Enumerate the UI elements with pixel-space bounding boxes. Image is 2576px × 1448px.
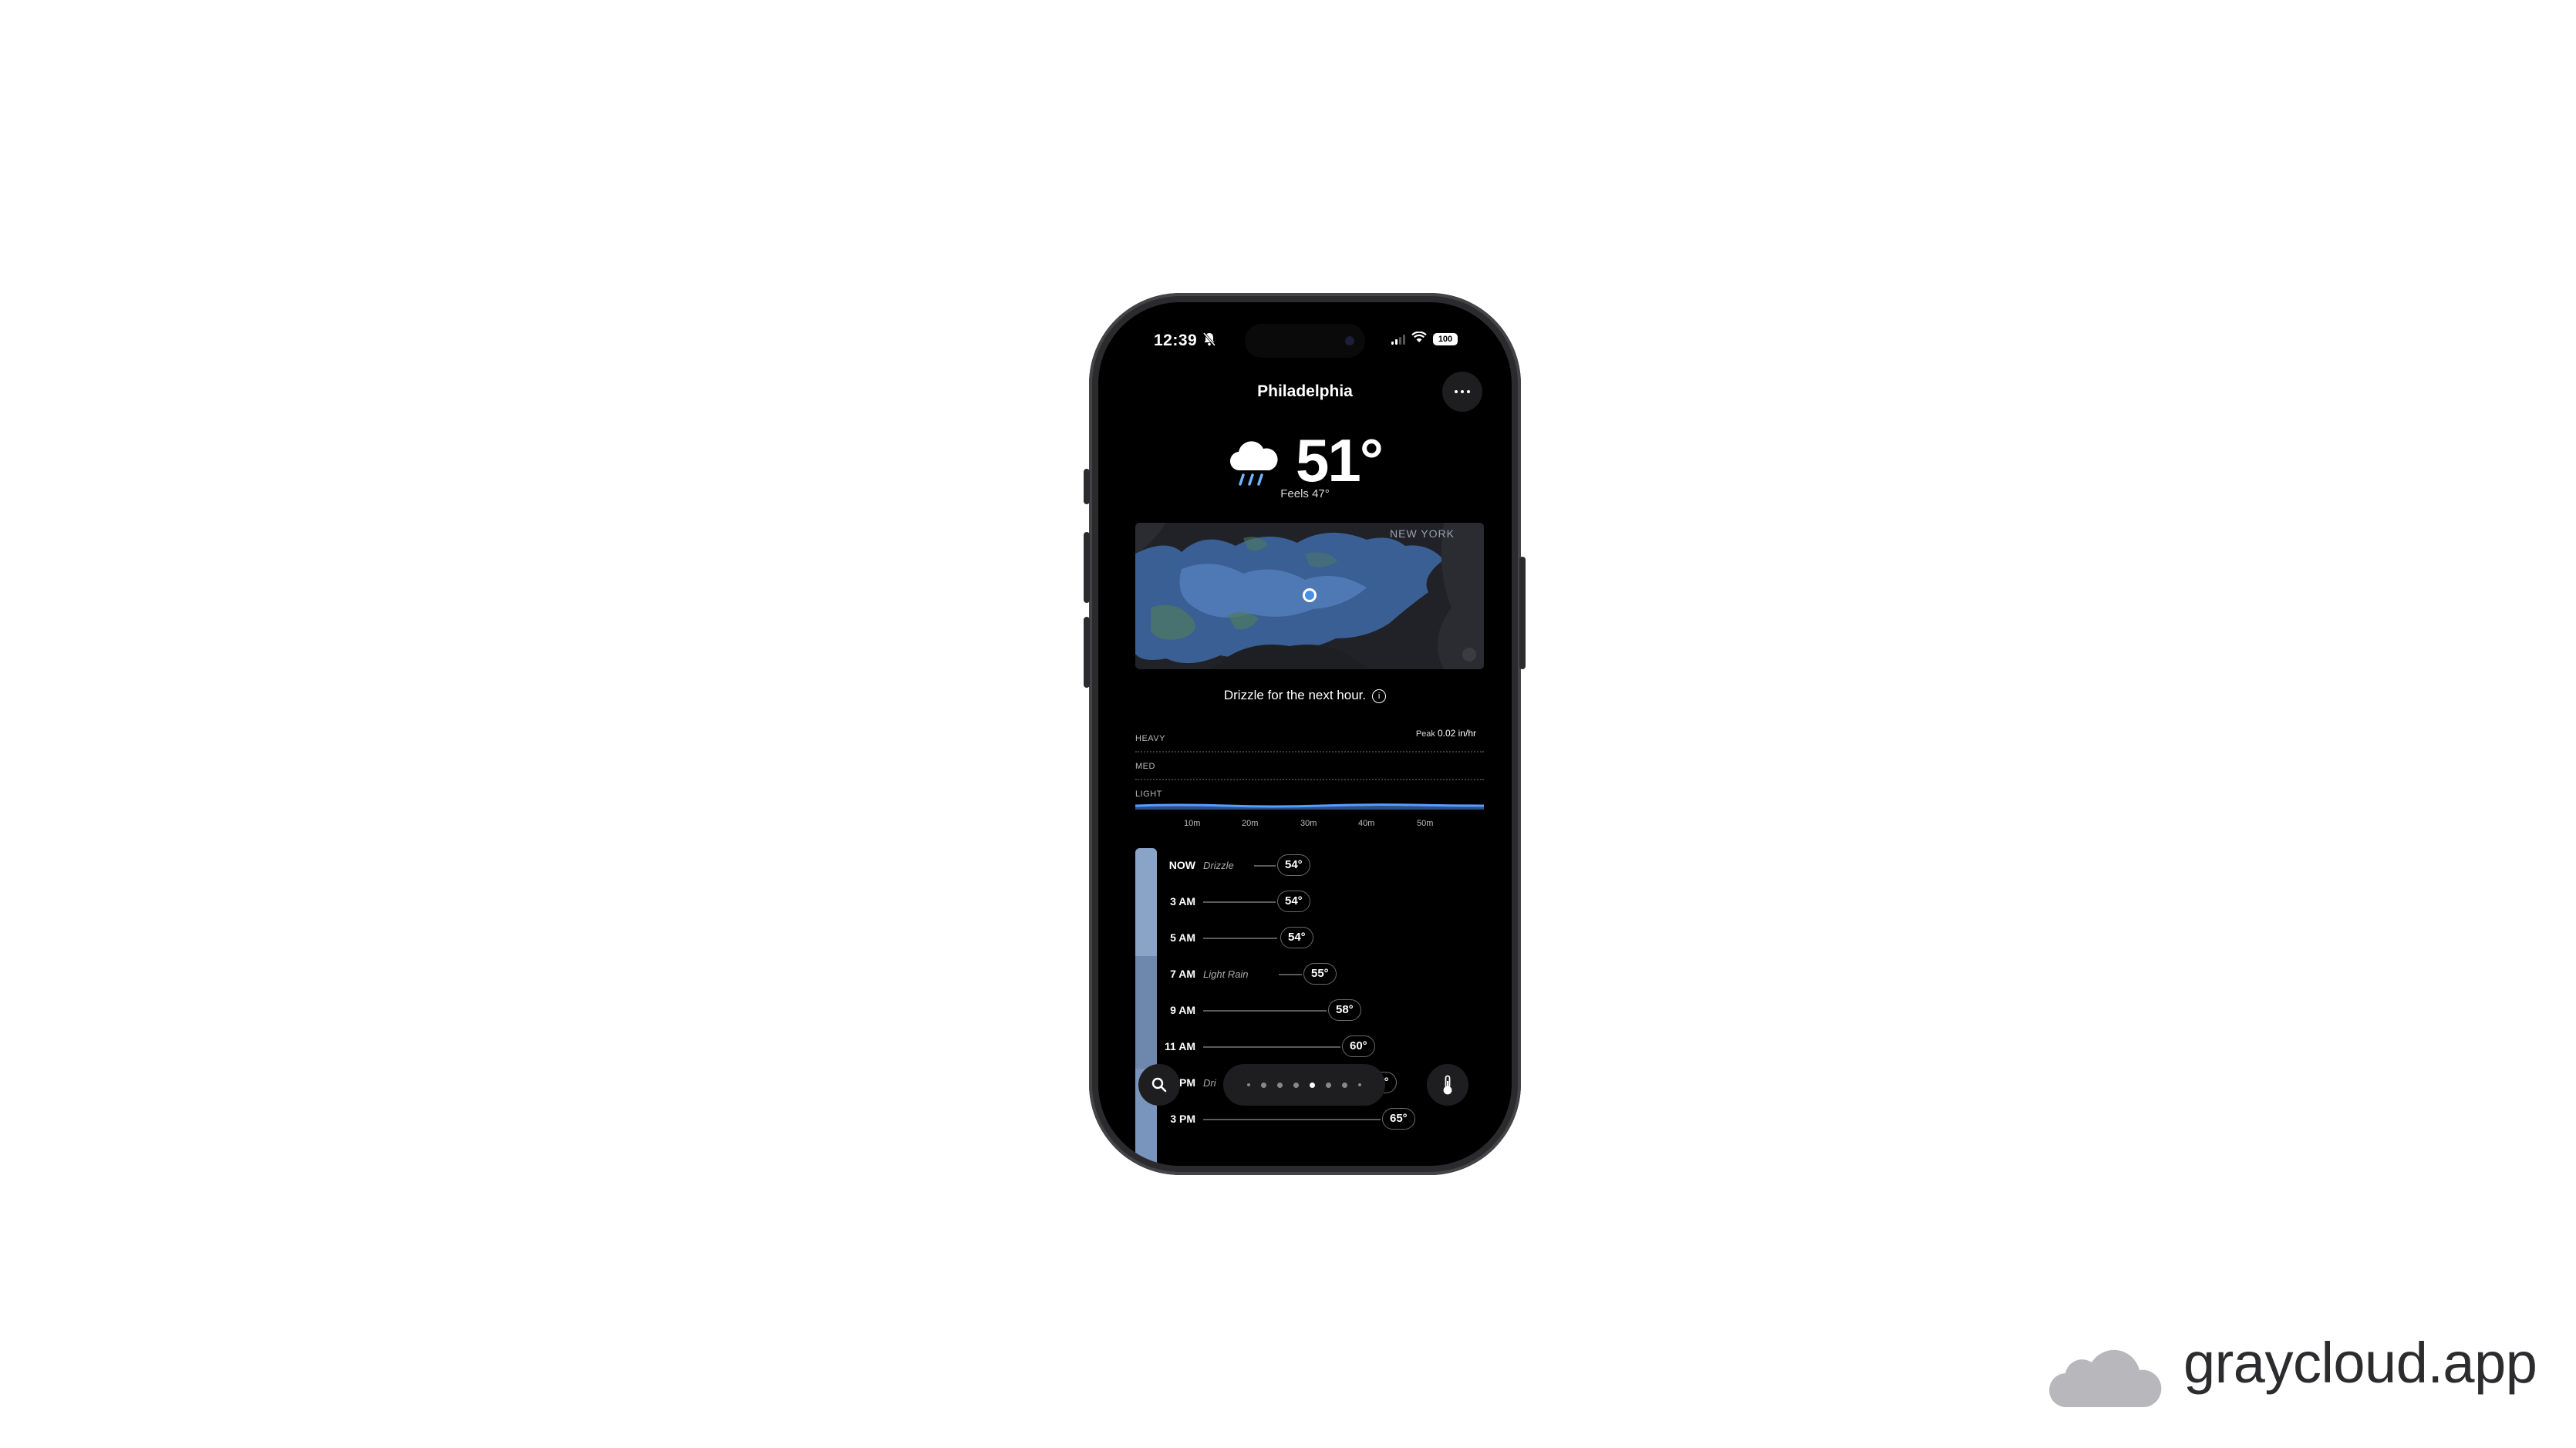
thermometer-icon: [1443, 1075, 1452, 1095]
peak-intensity: Peak 0.02 in/hr: [1416, 728, 1476, 739]
summary-text: Drizzle for the next hour.: [1223, 688, 1367, 702]
brand-name: graycloud.app: [2183, 1331, 2537, 1395]
page-dot[interactable]: [1342, 1082, 1347, 1088]
hour-temperature: 54°: [1277, 891, 1310, 912]
page-dot-active[interactable]: [1310, 1082, 1315, 1088]
hour-time: 11 AM: [1165, 1040, 1195, 1052]
thermometer-button[interactable]: [1427, 1064, 1468, 1106]
hour-time: 9 AM: [1170, 1004, 1195, 1016]
feels-like: Feels 47°: [1280, 487, 1330, 500]
peak-value: 0.02 in/hr: [1437, 728, 1476, 739]
temp-line: [1203, 1119, 1381, 1120]
hour-time: 7 AM: [1170, 968, 1195, 980]
search-button[interactable]: [1138, 1064, 1180, 1106]
power-button: [1519, 557, 1526, 669]
temp-line: [1254, 865, 1276, 867]
hour-row[interactable]: 7 AM Light Rain 55°: [1165, 963, 1489, 986]
precipitation-intensity-line: [1135, 803, 1484, 810]
more-options-button[interactable]: [1442, 372, 1482, 412]
level-heavy: HEAVY: [1135, 734, 1165, 743]
hour-condition: Light Rain: [1203, 968, 1249, 980]
hour-temperature: 54°: [1280, 927, 1313, 948]
front-camera: [1345, 336, 1354, 345]
precipitation-bar: [1135, 848, 1157, 1166]
hour-row[interactable]: 3 AM 54°: [1165, 891, 1489, 914]
heavy-gridline: [1135, 751, 1484, 753]
precip-segment: [1135, 848, 1157, 956]
hour-row[interactable]: 5 AM 54°: [1165, 927, 1489, 950]
status-bar: 12:39 100: [1098, 302, 1512, 358]
page-dot[interactable]: [1261, 1082, 1266, 1088]
hour-time: NOW: [1168, 859, 1195, 871]
map-city-label: NEW YORK: [1390, 527, 1455, 540]
hour-row[interactable]: 11 AM 60°: [1165, 1035, 1489, 1059]
temp-line: [1203, 1046, 1340, 1048]
minute-tick: 40m: [1358, 819, 1375, 828]
minute-tick: 20m: [1242, 819, 1259, 828]
page-dot[interactable]: [1277, 1082, 1283, 1088]
search-icon: [1151, 1077, 1167, 1093]
info-icon[interactable]: i: [1372, 689, 1387, 703]
wifi-icon: [1411, 331, 1427, 347]
temp-line: [1279, 974, 1302, 975]
hour-row[interactable]: 9 AM 58°: [1165, 999, 1489, 1022]
minute-tick: 50m: [1417, 819, 1434, 828]
dot: [1461, 390, 1464, 393]
minute-tick: 10m: [1184, 819, 1201, 828]
status-icons: 100: [1391, 331, 1458, 347]
phone-screen: 12:39 100 Philadelphia 51° Feels 47° NEW…: [1098, 302, 1512, 1166]
battery-icon: 100: [1433, 333, 1458, 345]
page-dot[interactable]: [1293, 1082, 1299, 1088]
status-time: 12:39: [1154, 332, 1198, 349]
hour-temperature: 58°: [1328, 999, 1361, 1021]
page-dot[interactable]: [1358, 1083, 1361, 1086]
level-light: LIGHT: [1135, 790, 1162, 799]
hour-time: 5 AM: [1170, 931, 1195, 944]
temp-line: [1203, 1010, 1327, 1012]
hour-row[interactable]: NOW Drizzle 54°: [1165, 854, 1489, 877]
peak-label: Peak: [1415, 729, 1435, 739]
volume-down-button: [1084, 617, 1090, 688]
hour-condition: Drizzle: [1203, 860, 1234, 871]
temp-line: [1203, 938, 1277, 939]
temp-line: [1203, 901, 1276, 903]
hour-time: 3 PM: [1170, 1113, 1195, 1125]
cloud-logo-icon: [2048, 1349, 2162, 1408]
page-dot[interactable]: [1326, 1082, 1331, 1088]
cellular-signal-icon: [1391, 334, 1405, 345]
page-indicator[interactable]: [1223, 1064, 1385, 1106]
cloud-rain-icon: [1228, 439, 1279, 491]
bottom-controls: [1098, 1064, 1512, 1113]
volume-up-button: [1084, 532, 1090, 603]
current-temperature: 51°: [1296, 426, 1384, 494]
page-dot[interactable]: [1247, 1083, 1250, 1086]
level-med: MED: [1135, 762, 1155, 771]
hour-temperature: 60°: [1342, 1035, 1375, 1057]
precipitation-summary: Drizzle for the next hour. i: [1098, 688, 1512, 703]
hour-temperature: 54°: [1277, 854, 1310, 876]
silent-bell-icon: [1202, 332, 1216, 350]
med-gridline: [1135, 779, 1484, 780]
hourly-forecast[interactable]: NOW Drizzle 54° 3 AM 54° 5 AM 54° 7 AM L…: [1135, 848, 1490, 1166]
radar-overlay: [1135, 523, 1484, 669]
dot: [1455, 390, 1458, 393]
hour-time: 3 AM: [1170, 895, 1195, 908]
hour-temperature: 55°: [1303, 963, 1337, 985]
dot: [1467, 390, 1470, 393]
action-button: [1084, 469, 1090, 504]
radar-map[interactable]: NEW YORK: [1135, 523, 1484, 669]
map-layers-icon[interactable]: [1462, 648, 1476, 662]
minute-tick: 30m: [1300, 819, 1317, 828]
